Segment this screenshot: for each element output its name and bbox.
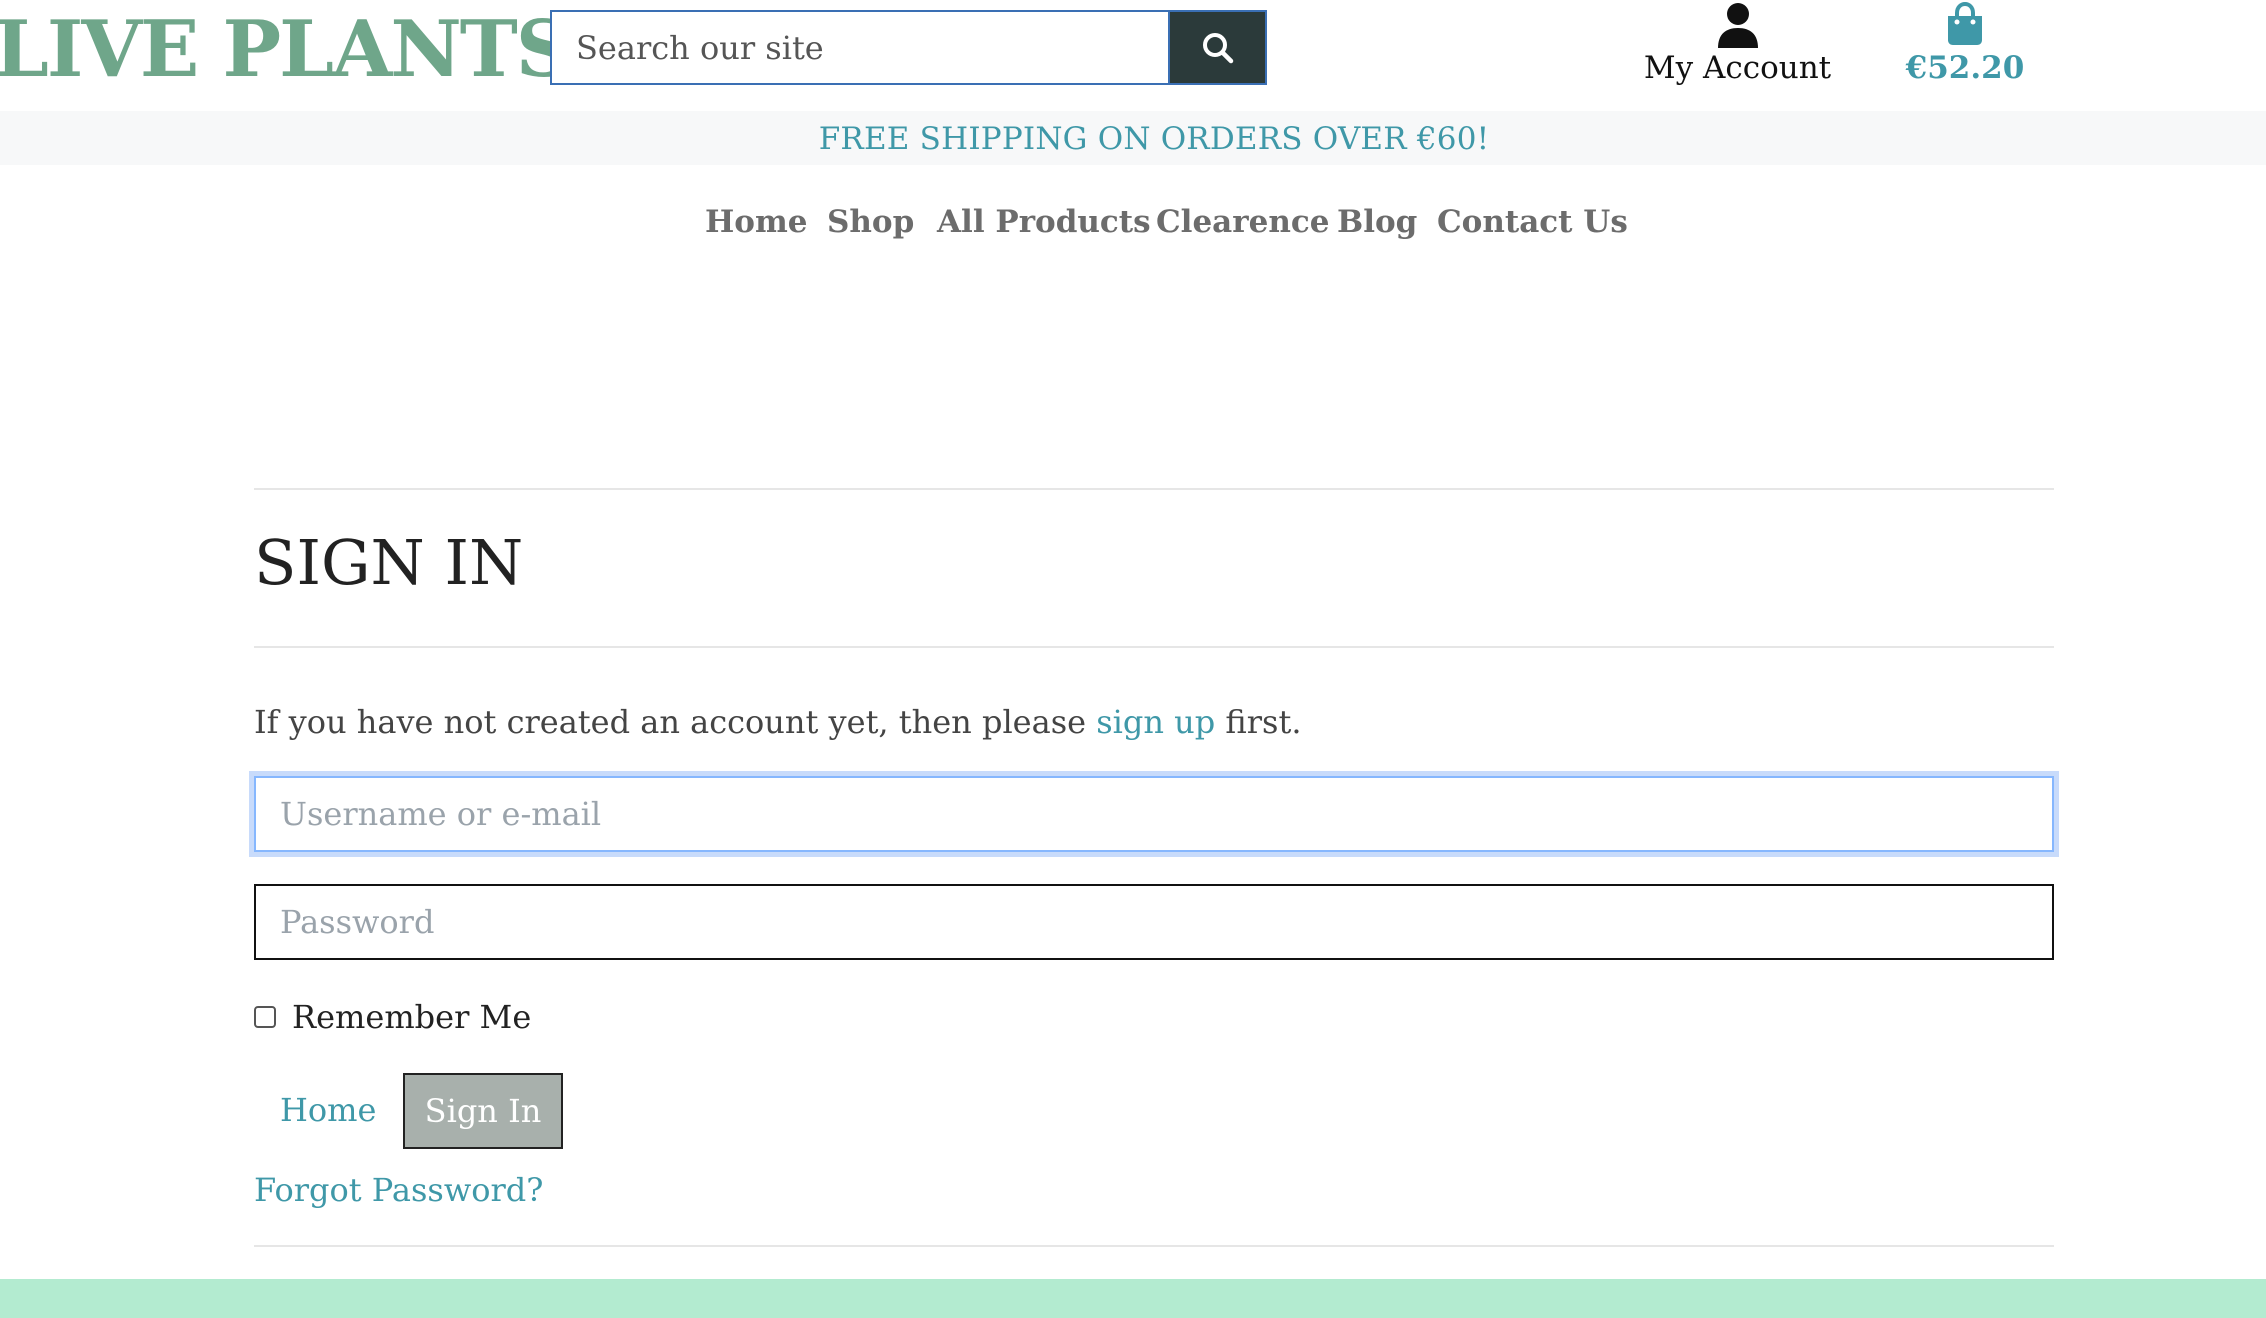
nav-item-all-products[interactable]: All Products <box>937 190 1151 254</box>
signup-prompt-after: first. <box>1215 703 1302 741</box>
signup-prompt: If you have not created an account yet, … <box>254 697 1302 747</box>
main-nav: Home Shop All Products Clearence Blog Co… <box>0 190 2266 254</box>
search-button[interactable] <box>1168 10 1267 85</box>
free-shipping-banner: FREE SHIPPING ON ORDERS OVER €60! <box>0 111 2266 165</box>
home-link[interactable]: Home <box>280 1082 376 1138</box>
remember-me-label[interactable]: Remember Me <box>292 998 531 1036</box>
forgot-password-link[interactable]: Forgot Password? <box>254 1162 543 1218</box>
nav-item-shop[interactable]: Shop <box>827 190 914 254</box>
password-field[interactable] <box>254 884 2054 960</box>
search-form <box>550 10 1267 85</box>
my-account-label: My Account <box>1643 50 1832 86</box>
site-logo[interactable]: LIVE PLANTS <box>0 0 572 100</box>
remember-me-checkbox[interactable] <box>254 1006 276 1028</box>
user-icon <box>1718 3 1758 48</box>
remember-me: Remember Me <box>254 990 531 1044</box>
cart-link[interactable]: €52.20 <box>1890 0 2040 100</box>
username-email-field[interactable] <box>254 776 2054 852</box>
free-shipping-text: FREE SHIPPING ON ORDERS OVER €60! <box>818 121 1490 157</box>
nav-item-clearence[interactable]: Clearence <box>1156 190 1329 254</box>
sign-in-button[interactable]: Sign In <box>403 1073 563 1149</box>
bottom-divider <box>254 1245 2054 1247</box>
shopping-bag-icon <box>1948 2 1982 45</box>
my-account-link[interactable]: My Account <box>1620 0 1855 100</box>
footer <box>0 1279 2266 1318</box>
nav-item-blog[interactable]: Blog <box>1337 190 1417 254</box>
title-divider <box>254 646 2054 648</box>
signup-link[interactable]: sign up <box>1096 703 1215 741</box>
page-title: SIGN IN <box>254 526 524 599</box>
nav-item-contact-us[interactable]: Contact Us <box>1437 190 1628 254</box>
search-icon <box>1202 32 1233 63</box>
nav-item-home[interactable]: Home <box>705 190 808 254</box>
top-divider <box>254 488 2054 490</box>
site-header: LIVE PLANTS My Account €52.20 <box>0 0 2266 111</box>
cart-total: €52.20 <box>1905 50 2025 86</box>
search-input[interactable] <box>550 10 1168 85</box>
signup-prompt-before: If you have not created an account yet, … <box>254 703 1097 741</box>
